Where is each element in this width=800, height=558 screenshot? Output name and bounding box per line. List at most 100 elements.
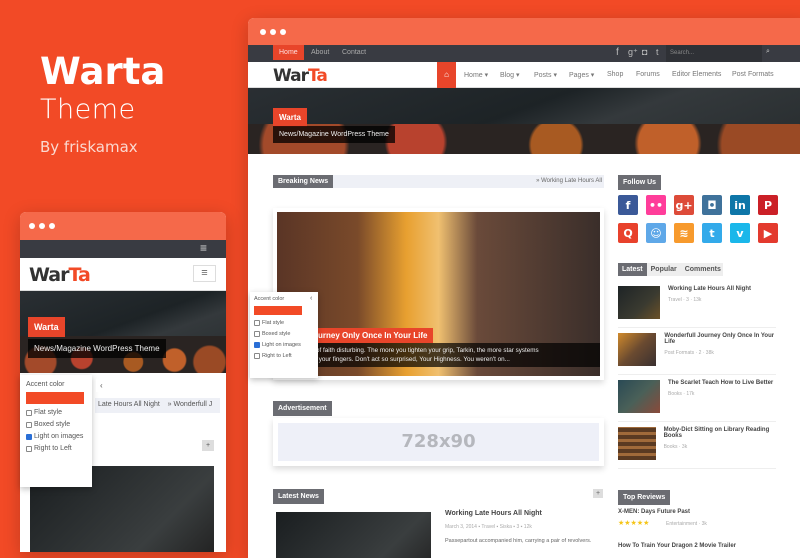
hero-tag: Warta [28, 317, 65, 337]
switcher-toggle[interactable]: ‹ [310, 295, 312, 302]
nav-post-formats[interactable]: Post Formats [732, 71, 774, 78]
youtube-icon[interactable]: ▶ [758, 223, 778, 243]
option-label: Flat style [34, 409, 63, 416]
accent-color-swatch[interactable] [26, 392, 84, 404]
vimeo-icon[interactable]: v [730, 223, 750, 243]
nav-blog[interactable]: Blog ▾ [500, 71, 519, 79]
sidebar-post[interactable]: The Scarlet Teach How to Live Better Book… [618, 375, 776, 422]
brand-subtitle: Theme [40, 94, 136, 125]
mobile-breaking-news[interactable]: Late Hours All Night » Wonderfull J [95, 398, 220, 413]
nav-shop[interactable]: Shop [607, 71, 623, 78]
google-plus-icon[interactable]: g⁺ [628, 47, 638, 58]
instagram-icon[interactable]: ◘ [702, 195, 722, 215]
facebook-icon[interactable]: f [618, 195, 638, 215]
tab-comments[interactable]: Comments [681, 263, 725, 276]
latest-news-label: Latest News [273, 489, 324, 504]
post-meta: Travel · 3 · 13k [668, 297, 702, 303]
nav-home[interactable]: Home ▾ [464, 71, 488, 79]
switcher-option[interactable]: Flat style [254, 320, 314, 326]
site-logo[interactable]: WarTa [29, 264, 91, 286]
sidebar-post[interactable]: Wonderfull Journey Only Once In Your Lif… [618, 328, 776, 375]
checkbox[interactable] [254, 331, 260, 337]
pinterest-icon[interactable]: P [758, 195, 778, 215]
switcher-option[interactable]: Boxed style [26, 421, 86, 428]
latest-news-thumb[interactable] [276, 512, 431, 558]
post-title[interactable]: Moby-Dict Sitting on Library Reading Boo… [664, 427, 776, 439]
checkbox[interactable] [26, 409, 32, 416]
post-thumbnail[interactable] [618, 427, 656, 460]
sidebar-post[interactable]: Working Late Hours All Night Travel · 3 ·… [618, 281, 776, 328]
checkbox[interactable] [254, 342, 260, 348]
twitter-icon[interactable]: t [702, 223, 722, 243]
switcher-option[interactable]: Right to Left [26, 445, 86, 452]
mobile-menu-button[interactable]: ≡ [193, 265, 216, 282]
tab-popular[interactable]: Popular [647, 263, 681, 276]
menu-icon[interactable]: ≡ [200, 241, 207, 255]
linkedin-icon[interactable]: in [730, 195, 750, 215]
topbar-home[interactable]: Home [273, 45, 304, 60]
instagram-icon[interactable]: ◘ [642, 47, 647, 57]
option-label: Boxed style [34, 421, 71, 428]
flickr-icon[interactable]: •• [646, 195, 666, 215]
topbar-contact[interactable]: Contact [342, 49, 366, 56]
nav-posts[interactable]: Posts ▾ [534, 71, 557, 79]
brand-title: Warta [40, 50, 166, 93]
rss-icon[interactable]: ≋ [674, 223, 694, 243]
switcher-option[interactable]: Right to Left [254, 353, 314, 359]
breaking-news-item[interactable]: » Working Late Hours All [536, 178, 602, 184]
follow-us-label: Follow Us [618, 175, 662, 190]
sidebar-post-list: Working Late Hours All Night Travel · 3 ·… [618, 281, 776, 469]
google-plus-icon[interactable]: g+ [674, 195, 694, 215]
switcher-toggle[interactable]: ‹ [96, 379, 107, 392]
nav-forums[interactable]: Forums [636, 71, 660, 78]
option-label: Light on images [34, 433, 84, 440]
option-label: Right to Left [262, 353, 292, 359]
checkbox[interactable] [254, 353, 260, 359]
nav-editor-elements[interactable]: Editor Elements [672, 71, 721, 78]
checkbox[interactable] [26, 445, 32, 452]
latest-news-meta: March 3, 2014 ▪ Travel ▪ Siska ▪ 3 ▪ 12k [445, 524, 532, 530]
topbar-about[interactable]: About [311, 49, 329, 56]
ad-size: 728x90 [278, 423, 599, 461]
review-title[interactable]: X-MEN: Days Future Past [618, 509, 690, 515]
switcher-option[interactable]: Light on images [26, 433, 86, 440]
breaking-news-bar: Breaking News » Working Late Hours All [273, 175, 604, 188]
option-label: Boxed style [262, 331, 291, 337]
post-title[interactable]: Wonderfull Journey Only Once In Your Lif… [664, 333, 776, 345]
checkbox[interactable] [26, 433, 32, 440]
post-title[interactable]: The Scarlet Teach How to Live Better [668, 380, 773, 386]
accent-color-swatch[interactable] [254, 306, 302, 315]
switcher-option[interactable]: Boxed style [254, 331, 314, 337]
sidebar-post[interactable]: Moby-Dict Sitting on Library Reading Boo… [618, 422, 776, 469]
search-input[interactable]: Search... [666, 45, 762, 62]
latest-news-expand[interactable]: + [593, 489, 604, 498]
social-grid: f •• g+ ◘ in P Q ☺ ≋ t v ▶ [618, 195, 783, 243]
home-icon[interactable]: ⌂ [437, 62, 456, 88]
post-title[interactable]: Working Late Hours All Night [668, 286, 751, 292]
latest-news-title[interactable]: Working Late Hours All Night [445, 510, 542, 517]
hero-tag: Warta [273, 108, 307, 127]
post-thumbnail[interactable] [618, 380, 660, 413]
checkbox[interactable] [254, 320, 260, 326]
post-thumbnail[interactable] [618, 286, 660, 319]
switcher-option[interactable]: Light on images [254, 342, 314, 348]
breaking-news-label: Breaking News [273, 175, 334, 188]
site-logo[interactable]: WarTa [273, 66, 328, 86]
post-meta: Post Formats · 2 · 38k [664, 350, 714, 356]
review-title[interactable]: How To Train Your Dragon 2 Movie Trailer [618, 543, 736, 549]
reddit-icon[interactable]: ☺ [646, 223, 666, 243]
featured-post[interactable]: derfull Journey Only Once In Your Life y… [273, 208, 604, 380]
checkbox[interactable] [26, 421, 32, 428]
search-icon[interactable]: ⌕ [766, 48, 770, 56]
switcher-option[interactable]: Flat style [26, 409, 86, 416]
facebook-icon[interactable]: f [616, 47, 619, 58]
review-meta: Entertainment · 3k [666, 521, 707, 527]
quora-icon[interactable]: Q [618, 223, 638, 243]
ad-banner[interactable]: 728x90 [273, 418, 604, 466]
tab-latest[interactable]: Latest [618, 263, 647, 276]
mobile-style-switcher: Accent color Flat style Boxed style Light … [20, 375, 107, 487]
post-thumbnail[interactable] [618, 333, 657, 366]
twitter-icon[interactable]: t [656, 47, 659, 57]
mobile-expand[interactable]: + [202, 440, 215, 451]
nav-pages[interactable]: Pages ▾ [569, 71, 594, 79]
